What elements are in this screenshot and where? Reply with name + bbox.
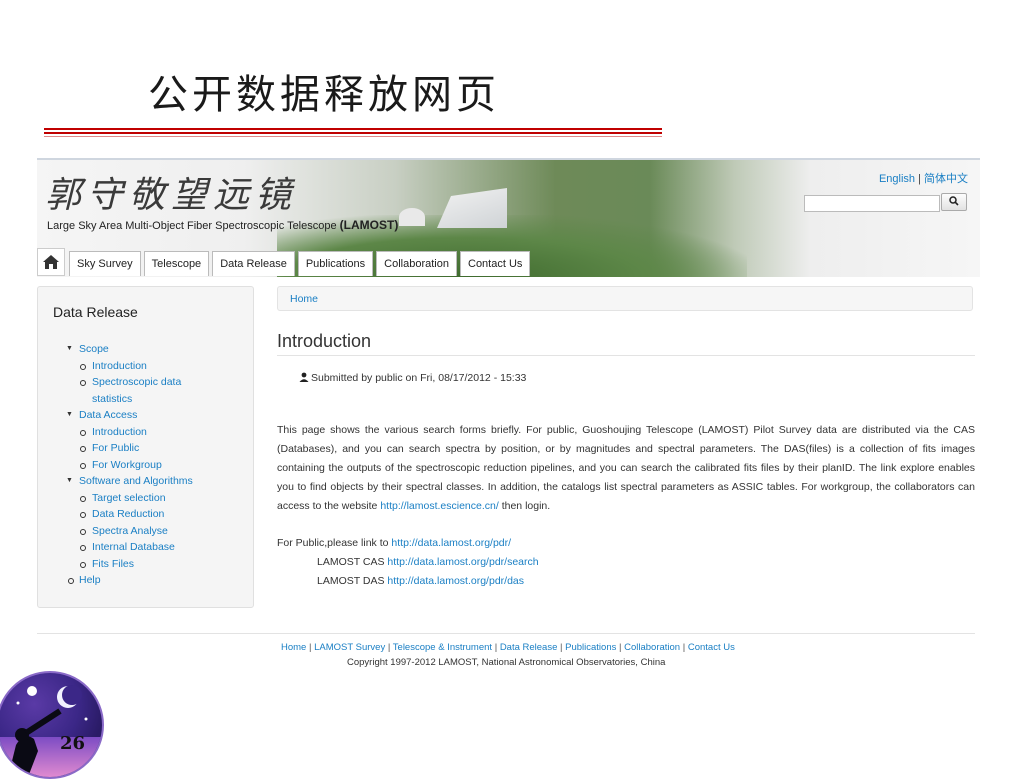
banner-telescope-building xyxy=(437,188,507,228)
nav-tab-data-release[interactable]: Data Release xyxy=(212,251,295,276)
public-label: For Public,please link to xyxy=(277,537,392,549)
sidebar-item-spectra-analyse[interactable]: Spectra Analyse xyxy=(66,523,246,540)
astronomer-badge xyxy=(0,671,104,779)
sidebar: Data Release Scope Introduction Spectros… xyxy=(37,286,254,608)
nav-tab-telescope[interactable]: Telescope xyxy=(143,251,210,276)
page-number: 26 xyxy=(60,733,86,754)
nav-tab-sky-survey[interactable]: Sky Survey xyxy=(69,251,141,276)
sidebar-item-fits-files[interactable]: Fits Files xyxy=(66,556,246,573)
das-label: LAMOST DAS xyxy=(317,575,388,587)
site-logo-english: Large Sky Area Multi-Object Fiber Spectr… xyxy=(47,218,398,232)
sidebar-item-target-selection[interactable]: Target selection xyxy=(66,490,246,507)
footer-separator: | xyxy=(492,642,500,653)
footer-separator: | xyxy=(306,642,315,653)
house-icon xyxy=(43,255,59,269)
sidebar-item-for-public[interactable]: For Public xyxy=(66,440,246,457)
logo-en-bold: (LAMOST) xyxy=(339,218,399,232)
breadcrumb: Home xyxy=(277,286,973,311)
slide-title: 公开数据释放网页 xyxy=(148,72,500,118)
nav-tab-collaboration[interactable]: Collaboration xyxy=(376,251,457,276)
sidebar-group-software[interactable]: Software and Algorithms xyxy=(66,473,246,490)
logo-en-text: Large Sky Area Multi-Object Fiber Spectr… xyxy=(47,220,340,232)
footer-link-home[interactable]: Home xyxy=(281,642,306,653)
title-divider xyxy=(277,355,975,356)
footer-separator: | xyxy=(385,642,393,653)
sidebar-item-help[interactable]: Help xyxy=(66,572,246,589)
footer-link-telescope[interactable]: Telescope & Instrument xyxy=(393,642,492,653)
site-logo-chinese: 郭守敬望远镜 xyxy=(45,175,298,216)
cas-link[interactable]: http://data.lamost.org/pdr/search xyxy=(387,556,538,568)
das-link[interactable]: http://data.lamost.org/pdr/das xyxy=(387,575,524,587)
intro-paragraph: This page shows the various search forms… xyxy=(277,421,975,516)
footer-divider xyxy=(37,633,975,634)
nav-tab-contact-us[interactable]: Contact Us xyxy=(460,251,531,276)
submitted-info: Submitted by public on Fri, 08/17/2012 -… xyxy=(299,372,526,384)
cas-label: LAMOST CAS xyxy=(317,556,388,568)
sidebar-item-for-workgroup[interactable]: For Workgroup xyxy=(66,457,246,474)
astronomer-icon xyxy=(8,685,88,777)
escience-link[interactable]: http://lamost.escience.cn/ xyxy=(380,500,498,512)
nav-home-button[interactable] xyxy=(37,248,65,276)
lang-separator: | xyxy=(915,173,924,185)
sidebar-tree: Scope Introduction Spectroscopic data st… xyxy=(66,341,246,589)
sidebar-item-spectroscopic-data[interactable]: Spectroscopic data xyxy=(66,374,246,391)
footer-link-lamost-survey[interactable]: LAMOST Survey xyxy=(314,642,385,653)
footer-link-contact-us[interactable]: Contact Us xyxy=(688,642,735,653)
das-link-row: LAMOST DAS http://data.lamost.org/pdr/da… xyxy=(277,572,539,591)
lang-chinese-link[interactable]: 简体中文 xyxy=(924,173,968,185)
footer-link-collaboration[interactable]: Collaboration xyxy=(624,642,680,653)
title-rule xyxy=(44,128,662,130)
sidebar-group-scope[interactable]: Scope xyxy=(66,341,246,358)
sidebar-title: Data Release xyxy=(53,304,138,320)
breadcrumb-home[interactable]: Home xyxy=(290,293,318,305)
sidebar-item-internal-database[interactable]: Internal Database xyxy=(66,539,246,556)
title-rule xyxy=(44,136,662,137)
footer-separator: | xyxy=(680,642,688,653)
footer-links: Home | LAMOST Survey | Telescope & Instr… xyxy=(281,642,735,653)
submitted-text: Submitted by public on Fri, 08/17/2012 -… xyxy=(311,372,527,384)
sidebar-item-data-reduction[interactable]: Data Reduction xyxy=(66,506,246,523)
user-icon xyxy=(299,372,309,382)
footer-link-publications[interactable]: Publications xyxy=(565,642,616,653)
sidebar-item-statistics[interactable]: statistics xyxy=(66,391,246,408)
page-title: Introduction xyxy=(277,331,372,351)
footer-separator: | xyxy=(616,642,625,653)
nav-tab-publications[interactable]: Publications xyxy=(297,251,374,276)
website-screenshot: 郭守敬望远镜 Large Sky Area Multi-Object Fiber… xyxy=(37,158,980,668)
public-link-row: For Public,please link to http://data.la… xyxy=(277,534,539,553)
main-nav: Sky Survey Telescope Data Release Public… xyxy=(37,248,533,276)
public-links: For Public,please link to http://data.la… xyxy=(277,534,539,591)
intro-tail: then login. xyxy=(498,500,551,512)
sidebar-group-data-access[interactable]: Data Access xyxy=(66,407,246,424)
intro-text: This page shows the various search forms… xyxy=(277,424,975,512)
footer-link-data-release[interactable]: Data Release xyxy=(500,642,558,653)
magnifier-icon xyxy=(949,196,959,206)
sidebar-item-introduction[interactable]: Introduction xyxy=(66,424,246,441)
cas-link-row: LAMOST CAS http://data.lamost.org/pdr/se… xyxy=(277,553,539,572)
language-switcher: English | 简体中文 xyxy=(879,170,968,186)
search-input[interactable] xyxy=(804,195,940,212)
lang-english-link[interactable]: English xyxy=(879,173,915,185)
search-button[interactable] xyxy=(941,193,967,211)
sidebar-item-introduction[interactable]: Introduction xyxy=(66,358,246,375)
site-banner: 郭守敬望远镜 Large Sky Area Multi-Object Fiber… xyxy=(37,158,980,277)
banner-dome xyxy=(399,208,425,226)
title-rule xyxy=(44,132,662,134)
pdr-link[interactable]: http://data.lamost.org/pdr/ xyxy=(391,537,511,549)
footer-separator: | xyxy=(557,642,566,653)
copyright: Copyright 1997-2012 LAMOST, National Ast… xyxy=(347,657,666,668)
